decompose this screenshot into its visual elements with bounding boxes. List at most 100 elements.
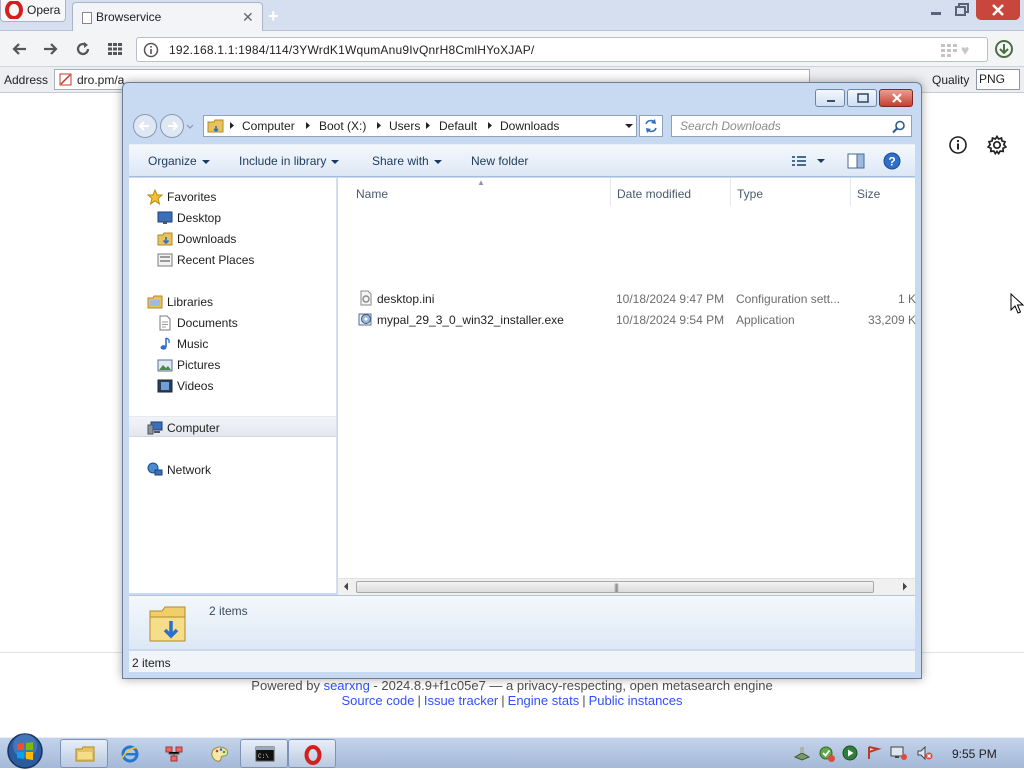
gear-icon[interactable]	[986, 134, 1008, 156]
nav-computer[interactable]: Computer	[129, 416, 336, 437]
nav-pictures[interactable]: Pictures	[129, 354, 336, 375]
scrollbar-thumb[interactable]: |||	[356, 581, 874, 593]
file-row[interactable]: mypal_29_3_0_win32_installer.exe 10/18/2…	[338, 309, 916, 330]
taskbar-explorer[interactable]	[60, 739, 108, 768]
browser-minimize-button[interactable]	[924, 0, 948, 20]
reload-icon[interactable]	[74, 40, 92, 58]
nav-favorites[interactable]: Favorites	[129, 186, 336, 207]
preview-pane-icon[interactable]	[847, 153, 865, 169]
new-folder-button[interactable]: New folder	[471, 154, 528, 168]
engine-stats-link[interactable]: Engine stats	[508, 693, 580, 708]
breadcrumb-arrow-icon[interactable]	[376, 121, 382, 130]
tray-media-play-icon[interactable]	[842, 745, 858, 761]
explorer-close-button[interactable]	[879, 89, 913, 107]
nav-videos-label: Videos	[177, 379, 214, 393]
browser-tab-active[interactable]: Browservice ✕	[72, 2, 263, 31]
nav-videos[interactable]: Videos	[129, 375, 336, 396]
breadcrumb-default[interactable]: Default	[439, 119, 477, 133]
breadcrumb-bar[interactable]: Computer Boot (X:) Users Default Downloa…	[203, 115, 637, 137]
explorer-maximize-button[interactable]	[847, 89, 877, 107]
chevron-down-icon[interactable]	[624, 122, 634, 130]
quality-label: Quality	[932, 73, 970, 87]
opera-menu-label: Opera	[27, 3, 61, 17]
nav-libraries[interactable]: Libraries	[129, 291, 336, 312]
column-divider[interactable]	[850, 178, 851, 206]
nav-music[interactable]: Music	[129, 333, 336, 354]
scroll-right-arrow-icon[interactable]	[902, 582, 908, 591]
browser-restore-button[interactable]	[950, 0, 974, 20]
tray-volume-muted-icon[interactable]	[916, 745, 934, 761]
search-box[interactable]: Search Downloads	[671, 115, 912, 137]
public-instances-link[interactable]: Public instances	[589, 693, 683, 708]
taskbar-network-map[interactable]	[150, 739, 198, 768]
back-arrow-icon[interactable]	[11, 40, 29, 58]
footer-links: Source code | Issue tracker | Engine stats | P…	[0, 693, 1024, 708]
chevron-down-icon	[201, 159, 210, 164]
breadcrumb-arrow-icon[interactable]	[425, 121, 431, 130]
scroll-left-arrow-icon[interactable]	[343, 582, 349, 591]
download-icon[interactable]	[994, 39, 1014, 59]
tray-action-center-icon[interactable]	[866, 745, 882, 761]
tray-security-icon[interactable]	[818, 745, 836, 763]
opera-logo-icon	[5, 1, 23, 19]
tab-grid-icon[interactable]	[941, 43, 957, 57]
explorer-titlebar[interactable]	[123, 83, 921, 111]
tab-close-icon[interactable]: ✕	[242, 9, 254, 26]
breadcrumb-arrow-icon[interactable]	[305, 121, 311, 130]
nav-recent-places[interactable]: Recent Places	[129, 249, 336, 270]
address-bar[interactable]: 192.168.1.1:1984/114/3YWrdK1WqumAnu9IvQn…	[136, 37, 988, 62]
breadcrumb-arrow-icon[interactable]	[487, 121, 493, 130]
column-header-name[interactable]: Name	[356, 187, 388, 201]
column-header-type[interactable]: Type	[737, 187, 763, 201]
nav-downloads[interactable]: Downloads	[129, 228, 336, 249]
svg-text:C:\: C:\	[258, 753, 269, 760]
new-tab-icon[interactable]: +	[268, 6, 279, 27]
refresh-button[interactable]	[639, 115, 663, 137]
include-in-library-button[interactable]: Include in library	[239, 154, 340, 168]
explorer-minimize-button[interactable]	[815, 89, 845, 107]
explorer-back-forward-buttons[interactable]	[132, 113, 194, 139]
file-name: mypal_29_3_0_win32_installer.exe	[377, 313, 564, 327]
issue-tracker-link[interactable]: Issue tracker	[424, 693, 498, 708]
forward-arrow-icon[interactable]	[41, 40, 59, 58]
info-icon[interactable]	[948, 135, 968, 155]
breadcrumb-arrow-icon[interactable]	[229, 121, 235, 130]
help-icon[interactable]: ?	[883, 152, 901, 170]
search-placeholder: Search Downloads	[680, 119, 781, 133]
taskbar-ie[interactable]	[106, 739, 154, 768]
nav-documents[interactable]: Documents	[129, 312, 336, 333]
column-divider[interactable]	[730, 178, 731, 206]
start-button-icon[interactable]	[6, 732, 44, 770]
opera-menu-button[interactable]: Opera	[0, 0, 66, 22]
search-icon[interactable]	[892, 120, 906, 134]
file-row[interactable]: desktop.ini 10/18/2024 9:47 PM Configura…	[338, 288, 916, 309]
column-header-date[interactable]: Date modified	[617, 187, 691, 201]
taskbar-clock[interactable]: 9:55 PM	[952, 747, 997, 761]
nav-libraries-label: Libraries	[167, 295, 214, 309]
browser-close-button[interactable]	[976, 0, 1020, 20]
nav-network[interactable]: Network	[129, 459, 336, 480]
organize-button[interactable]: Organize	[148, 154, 210, 168]
speed-dial-icon[interactable]	[106, 40, 124, 58]
breadcrumb-downloads[interactable]: Downloads	[500, 119, 559, 133]
breadcrumb-boot-drive[interactable]: Boot (X:)	[319, 119, 366, 133]
column-header-size[interactable]: Size	[857, 187, 880, 201]
taskbar-cmd[interactable]: C:\	[240, 739, 288, 768]
quality-select[interactable]: PNG	[976, 69, 1020, 90]
tray-network-icon[interactable]	[890, 745, 908, 761]
bookmark-heart-icon[interactable]: ♥	[961, 42, 969, 58]
taskbar-opera[interactable]	[288, 739, 336, 768]
horizontal-scrollbar[interactable]: |||	[338, 578, 915, 595]
breadcrumb-users[interactable]: Users	[389, 119, 420, 133]
site-info-icon[interactable]	[143, 42, 159, 58]
view-options-icon[interactable]	[791, 154, 825, 168]
searxng-link[interactable]: searxng	[324, 678, 370, 693]
share-with-button[interactable]: Share with	[372, 154, 442, 168]
column-divider[interactable]	[610, 178, 611, 206]
taskbar-paint[interactable]	[196, 739, 244, 768]
svg-text:?: ?	[888, 155, 895, 169]
tray-device-icon[interactable]	[794, 745, 810, 761]
breadcrumb-computer[interactable]: Computer	[242, 119, 295, 133]
source-code-link[interactable]: Source code	[341, 693, 414, 708]
nav-desktop[interactable]: Desktop	[129, 207, 336, 228]
